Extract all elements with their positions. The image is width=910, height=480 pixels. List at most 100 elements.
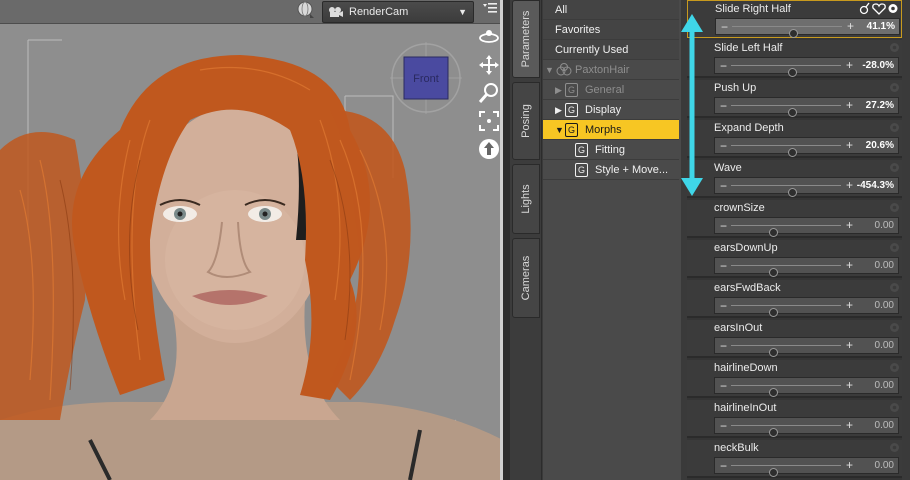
slider-knob[interactable]	[788, 29, 798, 38]
param-value[interactable]: 0.00	[875, 219, 894, 233]
decrement-button[interactable]: −	[720, 259, 727, 273]
param-slider[interactable]: − +0.00	[714, 377, 899, 397]
gear-icon[interactable]	[889, 282, 900, 293]
gear-icon[interactable]	[889, 242, 900, 253]
param-row[interactable]: Wave − + -454.3%	[687, 160, 902, 198]
param-slider[interactable]: − + -28.0%	[714, 57, 899, 77]
param-slider[interactable]: − +41.1%	[715, 18, 900, 38]
slider-track[interactable]	[731, 265, 841, 277]
increment-button[interactable]: +	[846, 138, 853, 152]
decrement-button[interactable]: −	[720, 339, 727, 353]
camera-select[interactable]: RenderCam ▼	[322, 1, 474, 23]
tree-group-fitting[interactable]: G Fitting	[543, 140, 679, 160]
slider-knob[interactable]	[768, 428, 778, 437]
parameters-scrollbar[interactable]	[902, 0, 910, 480]
param-slider[interactable]: − +0.00	[714, 217, 899, 237]
param-value[interactable]: -28.0%	[862, 59, 894, 73]
increment-button[interactable]: +	[846, 178, 853, 192]
slider-track[interactable]	[731, 185, 841, 197]
tree-group-morphs[interactable]: ▼ G Morphs	[543, 120, 679, 140]
tree-item-currently-used[interactable]: Currently Used	[543, 40, 679, 60]
param-row[interactable]: earsDownUp − +0.00	[687, 240, 902, 278]
decrement-button[interactable]: −	[720, 379, 727, 393]
slider-track[interactable]	[731, 345, 841, 357]
param-value[interactable]: 0.00	[875, 459, 894, 473]
tree-group-general[interactable]: ▶ G General	[543, 80, 679, 100]
increment-button[interactable]: +	[846, 338, 853, 352]
gear-icon[interactable]	[889, 82, 900, 93]
param-value[interactable]: 0.00	[875, 299, 894, 313]
param-value[interactable]: 0.00	[875, 339, 894, 353]
slider-knob[interactable]	[768, 388, 778, 397]
param-row[interactable]: crownSize − +0.00	[687, 200, 902, 238]
param-slider[interactable]: − +0.00	[714, 297, 899, 317]
param-slider[interactable]: − +27.2%	[714, 97, 899, 117]
slider-track[interactable]	[731, 465, 841, 477]
slider-track[interactable]	[732, 26, 842, 38]
tree-item-all[interactable]: All	[543, 0, 679, 20]
param-row[interactable]: hairlineDown − +0.00	[687, 360, 902, 398]
slider-knob[interactable]	[787, 108, 797, 117]
increment-button[interactable]: +	[846, 98, 853, 112]
increment-button[interactable]: +	[846, 58, 853, 72]
tab-parameters[interactable]: Parameters	[512, 0, 540, 78]
param-value[interactable]: -454.3%	[857, 179, 894, 193]
pane-splitter[interactable]	[503, 0, 510, 480]
slider-track[interactable]	[731, 65, 841, 77]
param-value[interactable]: 27.2%	[866, 99, 894, 113]
param-row[interactable]: Slide Left Half − + -28.0%	[687, 40, 902, 78]
slider-knob[interactable]	[787, 68, 797, 77]
slider-knob[interactable]	[787, 148, 797, 157]
decrement-button[interactable]: −	[720, 59, 727, 73]
param-row[interactable]: earsInOut − +0.00	[687, 320, 902, 358]
param-slider[interactable]: − +20.6%	[714, 137, 899, 157]
param-slider[interactable]: − + -454.3%	[714, 177, 899, 197]
gear-icon[interactable]	[889, 362, 900, 373]
tab-lights[interactable]: Lights	[512, 164, 540, 234]
param-row[interactable]: Push Up − +27.2%	[687, 80, 902, 118]
gear-icon[interactable]	[889, 322, 900, 333]
decrement-button[interactable]: −	[720, 419, 727, 433]
pan-icon[interactable]	[478, 54, 500, 76]
slider-knob[interactable]	[768, 468, 778, 477]
gear-icon[interactable]	[889, 402, 900, 413]
tab-posing[interactable]: Posing	[512, 82, 540, 160]
param-slider[interactable]: − +0.00	[714, 457, 899, 477]
param-row[interactable]: Slide Right Half − +41.1%	[687, 0, 902, 38]
param-value[interactable]: 0.00	[875, 419, 894, 433]
tree-item-favorites[interactable]: Favorites	[543, 20, 679, 40]
increment-button[interactable]: +	[846, 298, 853, 312]
param-value[interactable]: 0.00	[875, 259, 894, 273]
param-value[interactable]: 41.1%	[867, 20, 895, 34]
param-row[interactable]: Expand Depth − +20.6%	[687, 120, 902, 158]
increment-button[interactable]: +	[846, 378, 853, 392]
decrement-button[interactable]: −	[720, 219, 727, 233]
gear-icon[interactable]	[889, 442, 900, 453]
slider-track[interactable]	[731, 385, 841, 397]
tree-group-style-move[interactable]: G Style + Move...	[543, 160, 679, 180]
tab-cameras[interactable]: Cameras	[512, 238, 540, 318]
decrement-button[interactable]: −	[720, 459, 727, 473]
increment-button[interactable]: +	[846, 418, 853, 432]
decrement-button[interactable]: −	[721, 20, 728, 34]
decrement-button[interactable]: −	[720, 179, 727, 193]
gear-icon[interactable]	[889, 42, 900, 53]
view-cube[interactable]: Front	[390, 42, 462, 114]
tree-item-figure[interactable]: ▼ PaxtonHair	[543, 60, 679, 80]
decrement-button[interactable]: −	[720, 299, 727, 313]
slider-knob[interactable]	[768, 268, 778, 277]
param-slider[interactable]: − +0.00	[714, 337, 899, 357]
slider-track[interactable]	[731, 105, 841, 117]
gear-icon[interactable]	[889, 202, 900, 213]
param-value[interactable]: 20.6%	[866, 139, 894, 153]
zoom-icon[interactable]	[478, 82, 500, 104]
slider-knob[interactable]	[787, 188, 797, 197]
slider-track[interactable]	[731, 305, 841, 317]
decrement-button[interactable]: −	[720, 99, 727, 113]
increment-button[interactable]: +	[846, 258, 853, 272]
slider-knob[interactable]	[768, 228, 778, 237]
tree-group-display[interactable]: ▶ G Display	[543, 100, 679, 120]
param-slider[interactable]: − +0.00	[714, 417, 899, 437]
reset-view-icon[interactable]	[478, 138, 500, 160]
param-row[interactable]: hairlineInOut − +0.00	[687, 400, 902, 438]
